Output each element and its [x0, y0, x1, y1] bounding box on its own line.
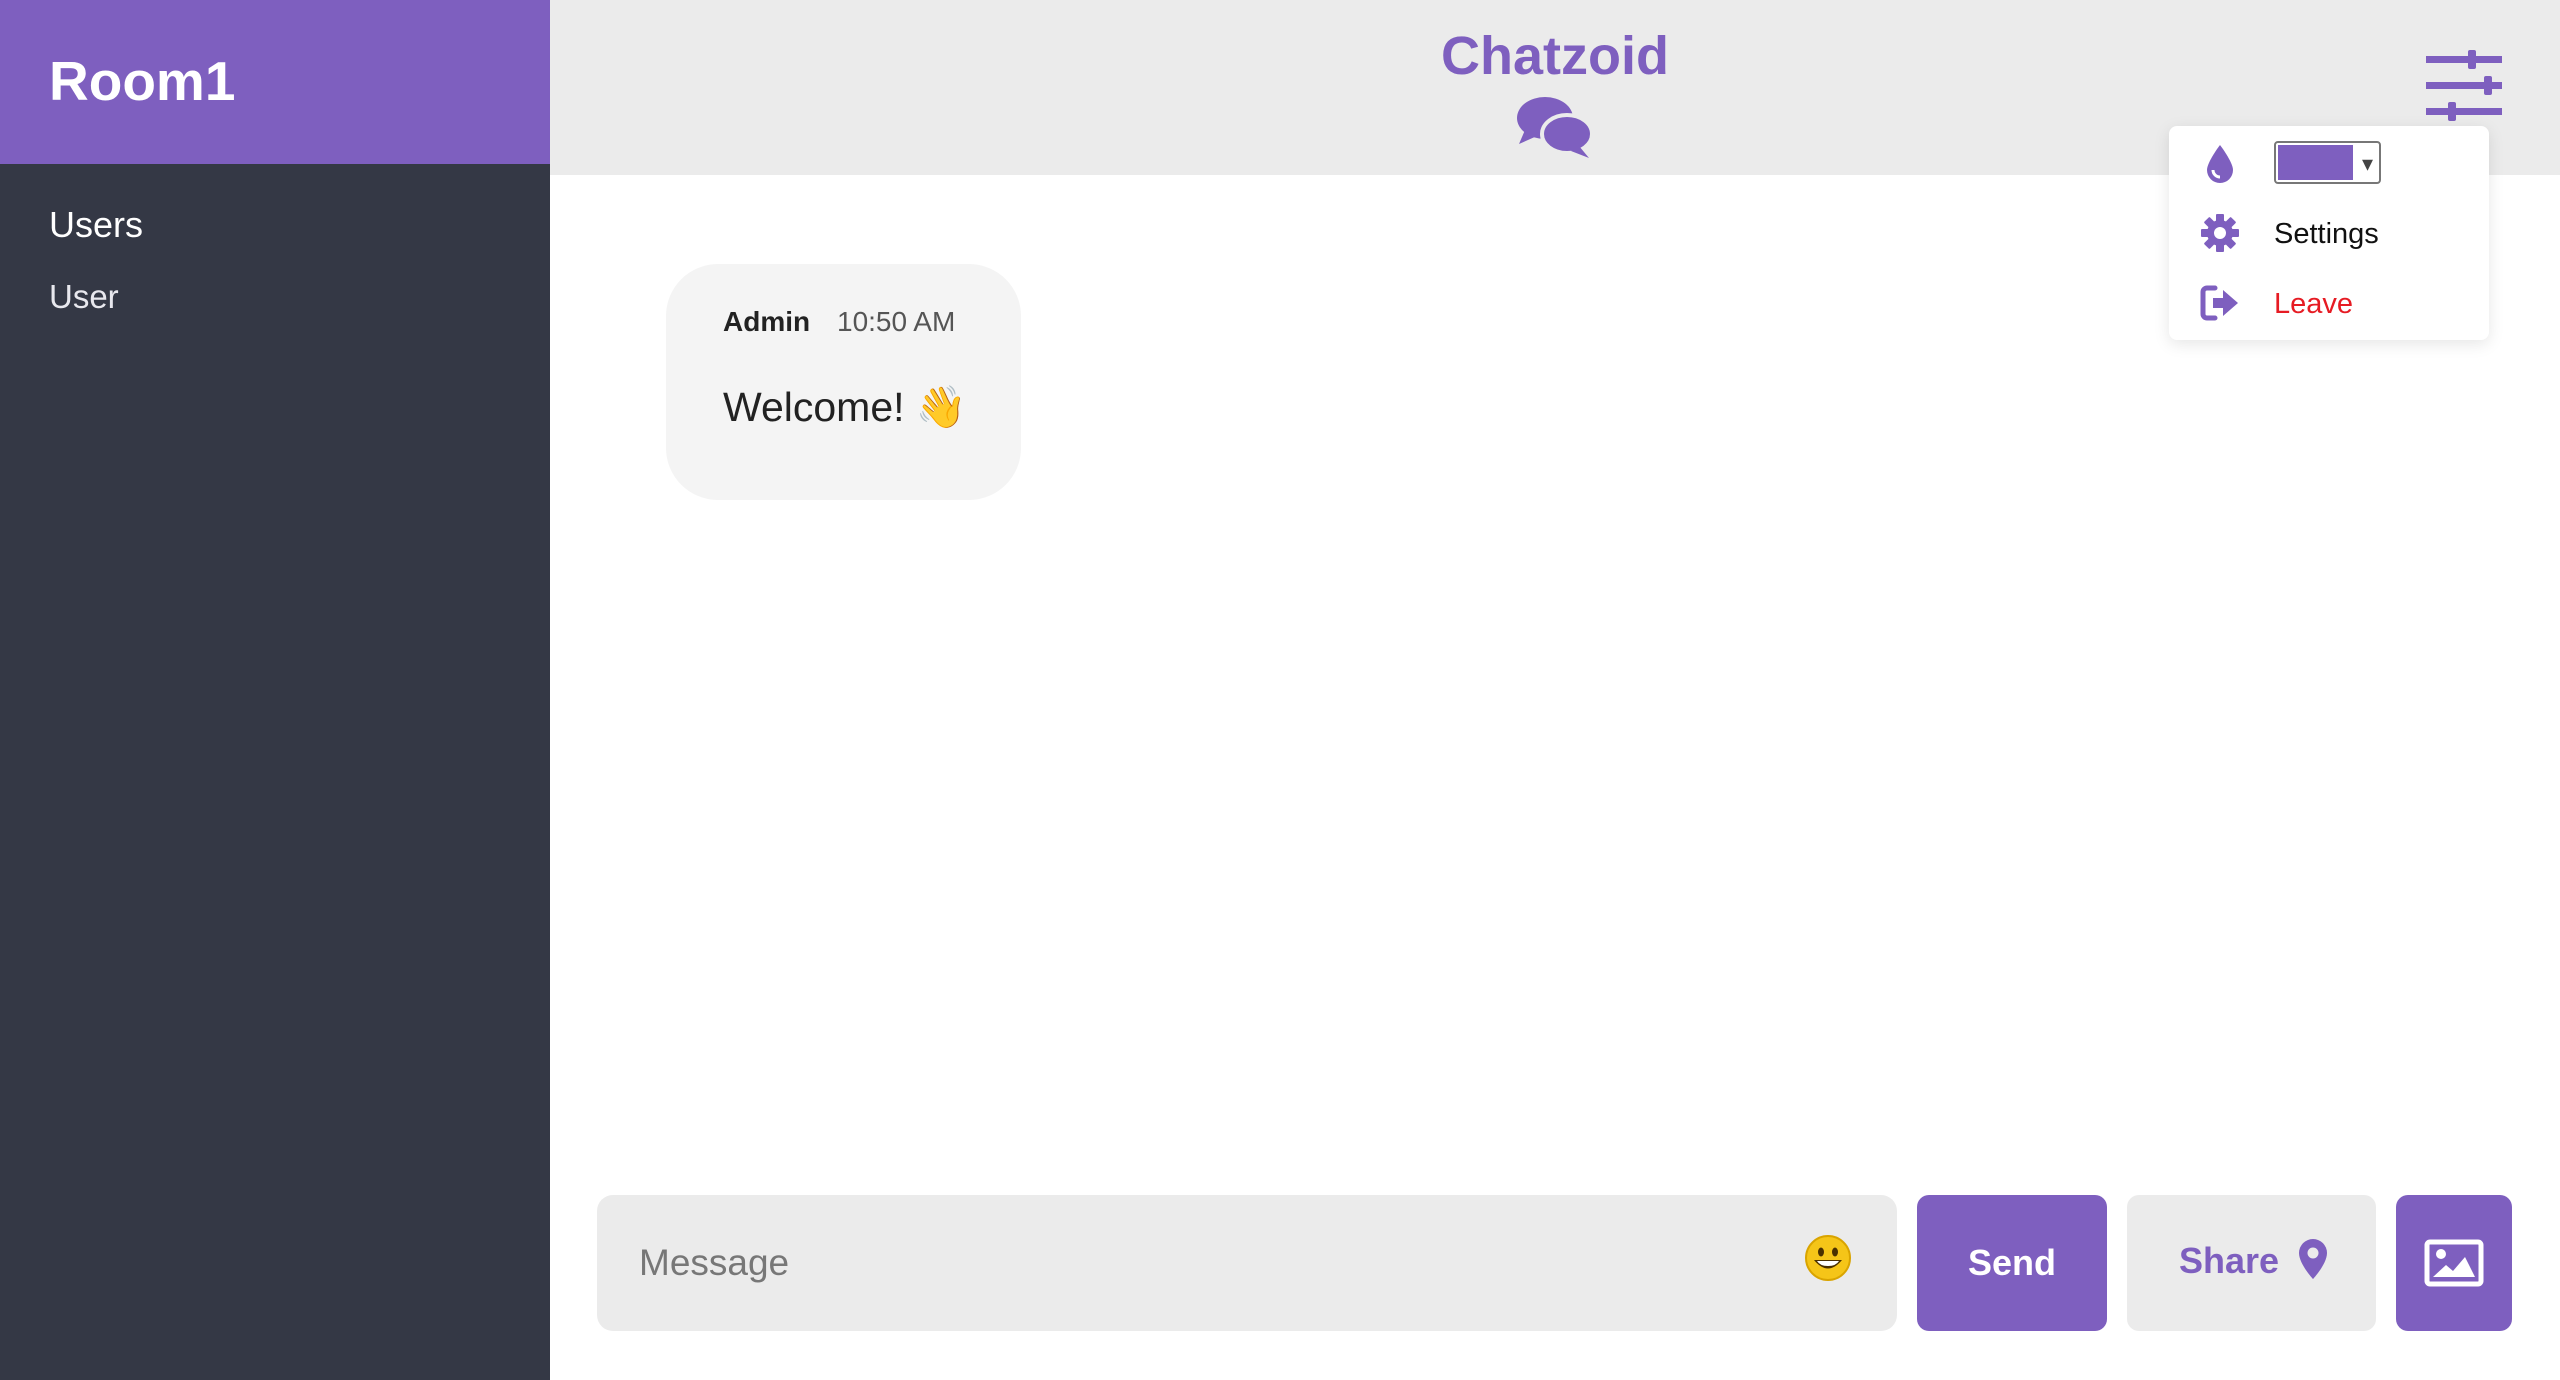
select-arrow-icon: ▾	[2361, 151, 2373, 176]
message-text: Welcome! 👋	[723, 384, 967, 430]
message-input[interactable]	[597, 1195, 1787, 1331]
upload-image-button[interactable]	[2396, 1195, 2512, 1331]
leave-menu-item[interactable]: Leave	[2274, 284, 2353, 324]
smiley-emoji-icon[interactable]	[1803, 1233, 1853, 1283]
app-title: Chatzoid	[1441, 26, 1669, 86]
chat-app: Room1 Users User Chatzoid ▾ Settings Lea…	[0, 0, 2560, 1380]
message-timestamp: 10:50 AM	[837, 306, 956, 337]
map-pin-icon	[2299, 1239, 2327, 1279]
share-button-label: Share	[2179, 1240, 2280, 1281]
gear-icon	[2201, 214, 2239, 252]
options-dropdown: ▾ Settings Leave	[2169, 126, 2489, 340]
settings-menu-item[interactable]: Settings	[2274, 214, 2379, 254]
room-header: Room1	[0, 0, 550, 164]
send-button[interactable]: Send	[1917, 1195, 2107, 1331]
message-author: Admin	[723, 306, 811, 337]
message-composer	[597, 1195, 1897, 1331]
message-bubble: Admin 10:50 AM Welcome! 👋	[666, 264, 1021, 500]
share-location-button[interactable]: Share	[2127, 1195, 2376, 1331]
users-heading: Users	[49, 204, 144, 245]
chat-bubbles-icon	[1517, 97, 1594, 158]
user-list-item: User	[49, 278, 119, 315]
droplet-icon	[2207, 145, 2233, 183]
image-icon	[2424, 1239, 2484, 1287]
sliders-menu-button[interactable]	[2410, 46, 2506, 126]
theme-color-select[interactable]: ▾	[2274, 141, 2381, 184]
sign-out-icon	[2200, 285, 2238, 321]
sidebar: Room1 Users User	[0, 0, 550, 1380]
theme-color-swatch	[2278, 145, 2353, 180]
room-title: Room1	[49, 50, 236, 112]
